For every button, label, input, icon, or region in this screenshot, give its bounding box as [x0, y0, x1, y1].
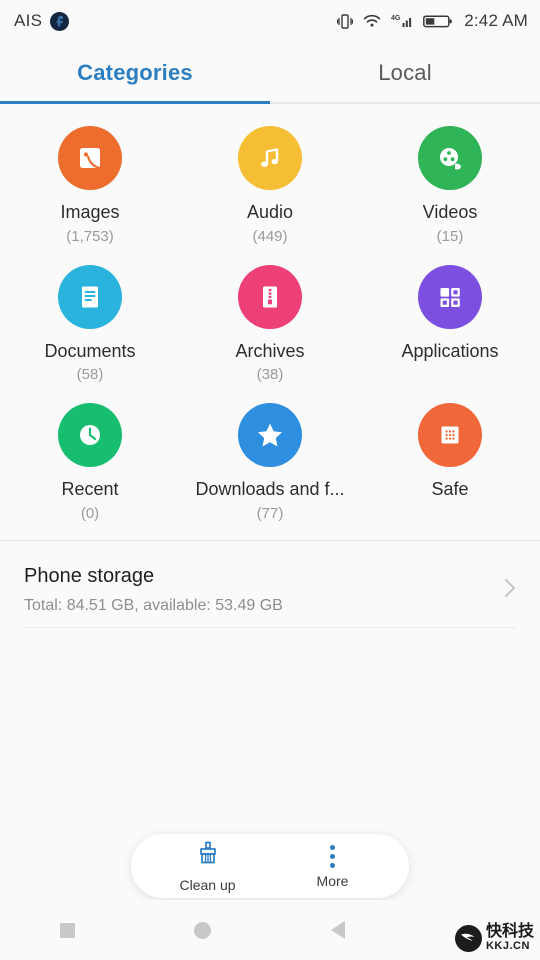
more-label: More	[316, 873, 349, 889]
signal-4g-icon: 4G	[391, 13, 414, 29]
action-pill: Clean up More	[131, 834, 409, 898]
category-count: (1,753)	[66, 227, 114, 245]
category-item-downloads[interactable]: Downloads and f... (77)	[180, 395, 360, 528]
kkj-logo-icon	[454, 924, 482, 952]
svg-text:4G: 4G	[391, 15, 401, 22]
status-clock: 2:42 AM	[464, 11, 528, 30]
category-count: (0)	[80, 505, 100, 523]
category-count: (38)	[256, 366, 284, 384]
category-label: Archives	[235, 340, 305, 361]
category-item-recent[interactable]: Recent (0)	[0, 395, 180, 528]
watermark-cn: 快科技	[485, 923, 534, 940]
categories-grid: Images (1,753) Audio (449) Videos (15) D…	[0, 118, 540, 528]
category-count: (77)	[256, 505, 284, 523]
clock-icon	[58, 403, 122, 468]
category-item-images[interactable]: Images (1,753)	[0, 118, 180, 251]
facebook-badge-icon	[50, 11, 70, 31]
category-item-safe[interactable]: Safe	[360, 395, 540, 528]
clean-up-button[interactable]: Clean up	[166, 840, 250, 893]
system-nav-bar: 快科技 KKJ.CN	[0, 900, 540, 960]
more-vertical-icon	[330, 843, 335, 869]
nav-recents-button[interactable]	[0, 922, 135, 938]
watermark-en: KKJ.CN	[485, 940, 530, 952]
category-label: Audio	[246, 202, 294, 222]
bottom-action-bar: Clean up More	[0, 834, 540, 898]
apps-grid-icon	[418, 264, 482, 329]
nav-home-button[interactable]	[135, 921, 270, 939]
clean-up-label: Clean up	[179, 876, 236, 893]
category-label: Applications	[401, 340, 499, 361]
film-reel-icon	[418, 126, 482, 190]
battery-icon	[423, 14, 453, 29]
tab-categories[interactable]: Categories	[0, 42, 270, 104]
broom-icon	[193, 840, 223, 873]
safe-keypad-icon	[418, 403, 482, 468]
category-item-applications[interactable]: Applications	[360, 257, 540, 390]
tab-bar: Categories Local	[0, 42, 540, 104]
storage-row-divider	[24, 627, 516, 629]
site-watermark: 快科技 KKJ.CN	[454, 924, 534, 952]
nav-back-button[interactable]	[270, 921, 405, 939]
category-item-videos[interactable]: Videos (15)	[360, 118, 540, 251]
category-item-archives[interactable]: Archives (38)	[180, 257, 360, 390]
document-icon	[58, 264, 122, 329]
category-label: Safe	[431, 479, 469, 500]
storage-title: Phone storage	[24, 565, 155, 588]
triangle-back-icon	[330, 921, 345, 939]
tab-active-indicator	[0, 101, 270, 104]
status-bar: AIS 4G 2:42 AM	[0, 0, 540, 42]
category-count: (449)	[252, 227, 288, 245]
carrier-label: AIS	[14, 11, 43, 30]
watermark-text: 快科技 KKJ.CN	[486, 924, 534, 952]
category-label: Recent	[61, 479, 119, 500]
phone-storage-row[interactable]: Phone storage Total: 84.51 GB, available…	[0, 549, 540, 627]
category-label: Images	[60, 202, 120, 222]
category-label: Documents	[44, 340, 136, 361]
more-button[interactable]: More	[291, 843, 375, 889]
music-note-icon	[238, 126, 302, 190]
status-bar-right: 4G 2:42 AM	[337, 11, 528, 31]
storage-text-block: Phone storage Total: 84.51 GB, available…	[24, 565, 283, 615]
category-label: Downloads and f...	[195, 479, 345, 500]
storage-section: Phone storage Total: 84.51 GB, available…	[0, 541, 540, 629]
category-item-audio[interactable]: Audio (449)	[180, 118, 360, 251]
category-label: Videos	[422, 202, 478, 222]
circle-home-icon	[194, 921, 211, 939]
categories-grid-area: Images (1,753) Audio (449) Videos (15) D…	[0, 104, 540, 541]
vibrate-icon	[337, 13, 354, 30]
category-item-documents[interactable]: Documents (58)	[0, 257, 180, 390]
chevron-right-icon[interactable]	[502, 574, 518, 607]
image-icon	[58, 126, 122, 190]
status-bar-left: AIS	[14, 11, 70, 31]
category-count: (15)	[436, 227, 464, 245]
star-icon	[238, 403, 302, 468]
category-count: (58)	[76, 366, 104, 384]
tab-local[interactable]: Local	[270, 42, 540, 104]
square-recents-icon	[60, 922, 75, 938]
archive-zip-icon	[238, 264, 302, 329]
wifi-icon	[362, 13, 382, 29]
storage-subtitle: Total: 84.51 GB, available: 53.49 GB	[24, 597, 283, 615]
